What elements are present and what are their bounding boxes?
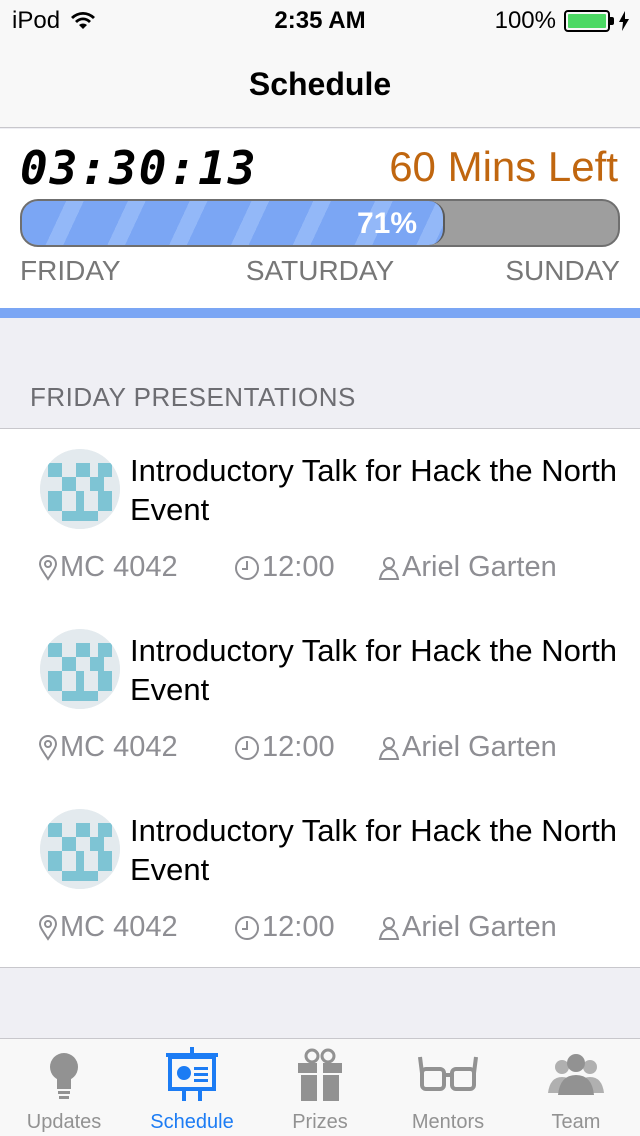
event-title: Introductory Talk for Hack the North Eve…: [130, 453, 618, 527]
event-speaker: Ariel Garten: [378, 911, 557, 944]
battery-icon: [564, 10, 614, 32]
event-row[interactable]: Introductory Talk for Hack the North Eve…: [0, 609, 640, 789]
mins-left-label: 60 Mins Left: [389, 143, 618, 190]
hack-the-north-logo-icon: [40, 809, 120, 889]
tab-label: Prizes: [292, 1111, 348, 1133]
event-room-text: MC 4042: [60, 551, 178, 583]
countdown-panel: 03:30:13 60 Mins Left 71% FRIDAY SATURDA…: [0, 129, 640, 310]
event-time: 12:00: [234, 731, 335, 764]
event-room: MC 4042: [38, 551, 178, 584]
event-progress-bar: 71%: [20, 199, 620, 247]
tab-team[interactable]: Team: [512, 1039, 640, 1136]
navigation-bar: Schedule: [0, 40, 640, 128]
tab-label: Mentors: [411, 1111, 485, 1133]
event-list: Introductory Talk for Hack the North Eve…: [0, 428, 640, 968]
battery-percent: 100%: [494, 7, 556, 34]
clock-icon: [235, 915, 259, 940]
glasses-icon: [418, 1056, 478, 1091]
battery-fill: [568, 14, 606, 28]
progress-percent: 71%: [357, 207, 418, 240]
tab-prizes[interactable]: Prizes: [256, 1039, 384, 1136]
tab-mentors[interactable]: Mentors: [384, 1039, 512, 1136]
tab-updates[interactable]: Updates: [0, 1039, 128, 1136]
countdown-timer: 03:30:13: [20, 141, 258, 195]
section-header: FRIDAY PRESENTATIONS: [30, 382, 356, 412]
location-pin-icon: [38, 554, 58, 581]
hack-the-north-logo-icon: [40, 449, 120, 529]
event-row[interactable]: Introductory Talk for Hack the North Eve…: [0, 789, 640, 969]
presentation-icon: [166, 1047, 218, 1101]
person-icon: [378, 556, 400, 580]
tab-bar: Updates Schedule Prizes Mentors Team: [0, 1038, 640, 1136]
gift-icon: [298, 1048, 342, 1101]
person-icon: [378, 736, 400, 760]
day-labels: FRIDAY SATURDAY SUNDAY: [20, 255, 620, 291]
event-speaker: Ariel Garten: [378, 551, 557, 584]
event-row[interactable]: Introductory Talk for Hack the North Eve…: [0, 429, 640, 609]
event-room: MC 4042: [38, 731, 178, 764]
tab-schedule[interactable]: Schedule: [128, 1039, 256, 1136]
event-time-text: 12:00: [262, 731, 335, 763]
app-screen: iPod 2:35 AM 100% Schedule 03:30:13 60 M…: [0, 0, 640, 1136]
event-room-text: MC 4042: [60, 911, 178, 943]
page-title: Schedule: [248, 66, 392, 102]
tab-label: Team: [551, 1111, 601, 1133]
event-speaker-text: Ariel Garten: [402, 911, 557, 943]
tab-label: Schedule: [150, 1111, 234, 1133]
header-divider: [0, 308, 640, 318]
lightbulb-icon: [50, 1053, 78, 1099]
clock-icon: [235, 555, 259, 580]
charging-icon: [619, 11, 629, 31]
event-time: 12:00: [234, 911, 335, 944]
event-time-text: 12:00: [262, 911, 335, 943]
event-title: Introductory Talk for Hack the North Eve…: [130, 813, 618, 887]
clock-icon: [235, 735, 259, 760]
person-icon: [378, 916, 400, 940]
team-icon: [548, 1054, 604, 1095]
event-speaker: Ariel Garten: [378, 731, 557, 764]
hack-the-north-logo-icon: [40, 629, 120, 709]
day-label-sunday: SUNDAY: [505, 255, 620, 286]
event-title: Introductory Talk for Hack the North Eve…: [130, 633, 618, 707]
event-room: MC 4042: [38, 911, 178, 944]
event-speaker-text: Ariel Garten: [402, 551, 557, 583]
status-right: 100%: [495, 7, 630, 35]
event-time: 12:00: [234, 551, 335, 584]
event-room-text: MC 4042: [60, 731, 178, 763]
status-bar: iPod 2:35 AM 100%: [0, 0, 640, 40]
event-time-text: 12:00: [262, 551, 335, 583]
location-pin-icon: [38, 734, 58, 761]
location-pin-icon: [38, 914, 58, 941]
event-speaker-text: Ariel Garten: [402, 731, 557, 763]
tab-label: Updates: [26, 1111, 102, 1133]
